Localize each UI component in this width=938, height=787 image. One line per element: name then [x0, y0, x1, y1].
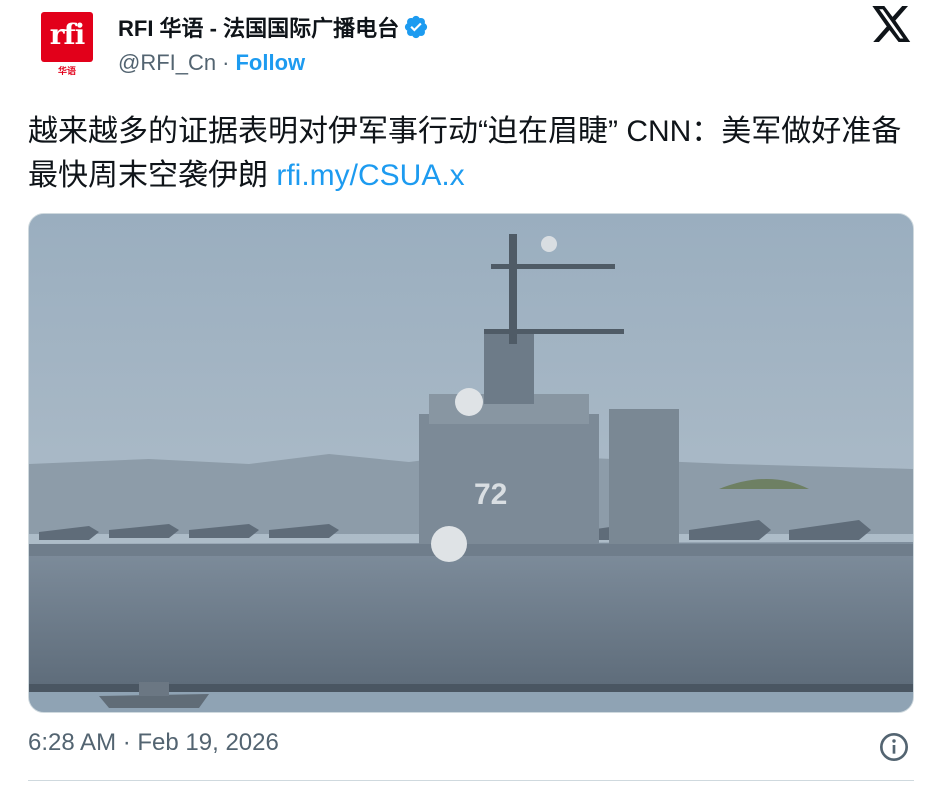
follow-button[interactable]: Follow	[235, 50, 305, 76]
separator-dot: ·	[222, 50, 230, 75]
avatar-sub-text: 华语	[57, 66, 76, 76]
avatar-logo-text: rfi	[49, 18, 85, 51]
avatar[interactable]: rfi 华语	[37, 10, 97, 78]
tweet-header: rfi 华语 RFI 华语 - 法国国际广播电台 @RFI_Cn · Follo…	[0, 0, 938, 100]
hull-number: 72	[474, 478, 507, 511]
aircraft-carrier-photo: 72	[29, 214, 913, 712]
rfi-logo: rfi	[41, 12, 93, 62]
x-logo-icon[interactable]	[872, 6, 912, 42]
display-name[interactable]: RFI 华语 - 法国国际广播电台	[118, 11, 399, 43]
verified-badge-icon	[403, 14, 429, 40]
tweet-photo[interactable]: 72	[28, 213, 914, 713]
name-row: RFI 华语 - 法国国际广播电台	[118, 12, 429, 42]
divider	[28, 780, 914, 781]
handle-row: @RFI_Cn · Follow	[118, 48, 305, 78]
tweet-text: 越来越多的证据表明对伊军事行动“迫在眉睫” CNN：美军做好准备最快周末空袭伊朗…	[28, 110, 918, 198]
info-icon[interactable]	[878, 731, 910, 763]
tweet-link[interactable]: rfi.my/CSUA.x	[276, 159, 464, 192]
account-handle[interactable]: @RFI_Cn	[118, 50, 216, 76]
tweet-timestamp[interactable]: 6:28 AM · Feb 19, 2026	[28, 729, 279, 757]
